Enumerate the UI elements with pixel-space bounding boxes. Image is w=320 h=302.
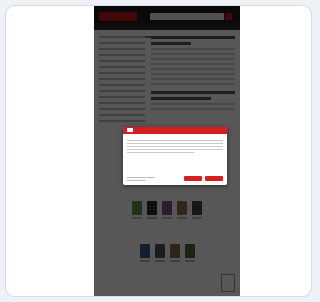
- text-line: [127, 140, 223, 141]
- screenshot-frame: [5, 5, 312, 297]
- text-line: [127, 143, 223, 144]
- text-line: [127, 149, 223, 150]
- cookie-settings-link[interactable]: [127, 177, 155, 178]
- privacy-link[interactable]: [127, 180, 145, 181]
- text-line: [127, 152, 195, 153]
- brand-logo-icon: [127, 128, 133, 132]
- accept-all-button[interactable]: [205, 176, 223, 181]
- mobile-page: [94, 6, 240, 296]
- cookie-dialog-title: [123, 134, 227, 138]
- cookie-dialog-header: [123, 127, 227, 134]
- cookie-dialog-body: [123, 140, 227, 153]
- cookie-settings-links: [127, 175, 155, 181]
- text-line: [127, 146, 223, 147]
- cookie-consent-dialog: [123, 127, 227, 185]
- reject-button[interactable]: [184, 176, 202, 181]
- cookie-buttons: [184, 176, 223, 181]
